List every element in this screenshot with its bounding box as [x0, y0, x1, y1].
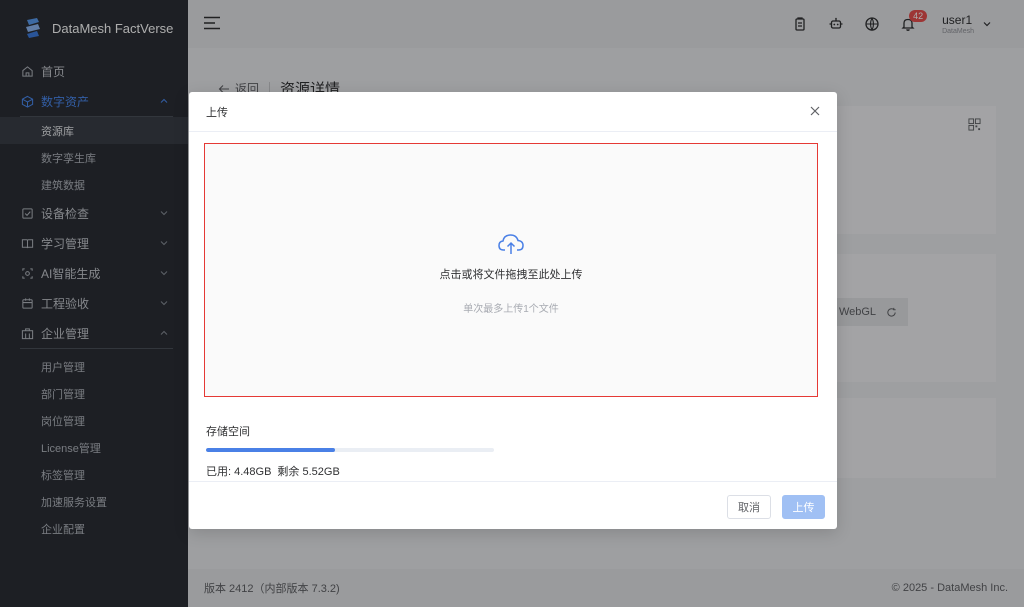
- cancel-button[interactable]: 取消: [727, 495, 771, 519]
- storage-used: 已用: 4.48GB: [206, 466, 272, 478]
- storage-progress-fill: [206, 448, 336, 452]
- upload-limit-hint: 单次最多上传1个文件: [463, 303, 559, 315]
- upload-instruction: 点击或将文件拖拽至此处上传: [439, 268, 583, 281]
- storage-progress-bar: [206, 448, 494, 452]
- storage-label: 存储空间: [206, 426, 250, 438]
- dialog-header: 上传: [189, 92, 837, 132]
- upload-button[interactable]: 上传: [782, 495, 825, 519]
- storage-info: 已用: 4.48GB 剩余 5.52GB: [206, 463, 506, 479]
- dialog-footer: 取消 上传: [189, 481, 837, 529]
- upload-dialog: 上传 点击或将文件拖拽至此处上传 单次最多上传1个文件 存储空间 已用: 4.4…: [189, 92, 837, 529]
- storage-remaining: 剩余 5.52GB: [277, 466, 340, 478]
- dialog-title: 上传: [206, 106, 228, 119]
- cloud-upload-icon: [498, 233, 524, 254]
- storage-usage: 存储空间 已用: 4.48GB 剩余 5.52GB: [206, 423, 506, 479]
- close-icon[interactable]: [808, 104, 822, 118]
- upload-dropzone[interactable]: 点击或将文件拖拽至此处上传 单次最多上传1个文件: [204, 143, 818, 397]
